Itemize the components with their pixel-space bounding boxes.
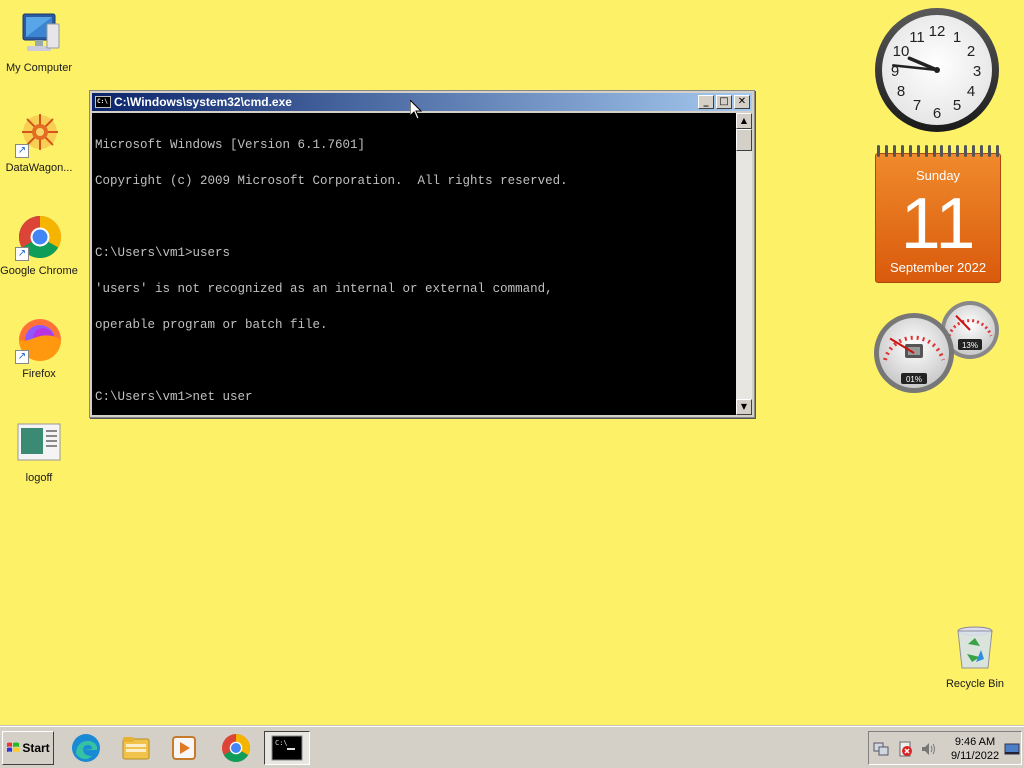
svg-text:6: 6	[933, 105, 941, 122]
action-center-alert-icon[interactable]	[897, 741, 913, 757]
show-desktop-icon[interactable]	[1004, 741, 1020, 757]
maximize-button[interactable]: □	[716, 95, 732, 109]
mouse-cursor-icon	[410, 100, 422, 120]
cpu-meter-gadget[interactable]: 13% 01%	[873, 298, 1003, 398]
calendar-day-of-week: Sunday	[915, 168, 961, 183]
desktop-icon-label: Google Chrome	[0, 265, 78, 277]
taskbar-media-player-button[interactable]	[164, 731, 204, 765]
desktop-icon-label: My Computer	[5, 62, 73, 74]
system-tray: 9:46 AM 9/11/2022	[868, 731, 1022, 765]
scroll-up-button[interactable]: ▲	[736, 113, 752, 129]
calendar-gadget[interactable]: Sunday 11 September 2022	[875, 145, 1001, 283]
svg-text:2: 2	[967, 43, 975, 60]
taskbar-cmd-button[interactable]: C:\	[264, 731, 310, 765]
calendar-page: Sunday 11 September 2022	[875, 153, 1001, 283]
svg-text:3: 3	[973, 63, 981, 80]
cpu-meter-dials: 13% 01%	[874, 301, 999, 393]
tray-date: 9/11/2022	[950, 750, 1000, 762]
console-line: Copyright (c) 2009 Microsoft Corporation…	[95, 174, 568, 188]
memory-percent: 13%	[962, 341, 978, 350]
chrome-icon: ↗	[15, 213, 63, 261]
edge-icon	[72, 734, 100, 762]
console-line: operable program or batch file.	[95, 318, 328, 332]
scroll-down-button[interactable]: ▼	[736, 399, 752, 415]
cmd-titlebar[interactable]: C:\ C:\Windows\system32\cmd.exe _ □ ✕	[92, 93, 752, 111]
shortcut-arrow-icon: ↗	[15, 247, 29, 261]
window-title: C:\Windows\system32\cmd.exe	[114, 95, 292, 109]
desktop-icon-firefox[interactable]: ↗ Firefox	[0, 316, 78, 380]
taskbar-chrome-button[interactable]	[216, 731, 256, 765]
media-player-icon	[172, 736, 196, 760]
svg-text:12: 12	[929, 23, 946, 40]
console-line: Microsoft Windows [Version 6.1.7601]	[95, 138, 366, 152]
clock-center-pin	[934, 67, 940, 73]
svg-text:11: 11	[909, 29, 925, 46]
desktop-icon-label: DataWagon...	[5, 162, 73, 174]
svg-text:4: 4	[967, 83, 975, 100]
taskbar-explorer-button[interactable]	[116, 731, 156, 765]
computer-icon	[15, 10, 63, 58]
shortcut-arrow-icon: ↗	[15, 350, 29, 364]
calendar-day-number: 11	[900, 184, 976, 264]
console-input-line[interactable]: C:\Users\vm1>net user	[95, 391, 733, 404]
desktop-icon-label: Recycle Bin	[945, 678, 1005, 690]
svg-text:7: 7	[913, 97, 921, 114]
cpu-percent: 01%	[906, 375, 922, 384]
close-button[interactable]: ✕	[734, 95, 750, 109]
volume-icon[interactable]	[921, 741, 937, 757]
console-line: C:\Users\vm1>users	[95, 246, 231, 260]
calendar-month-year: September 2022	[889, 260, 987, 275]
desktop-icon-label: Firefox	[22, 368, 56, 380]
desktop-icon-logoff[interactable]: logoff	[0, 420, 78, 484]
desktop-icon-my-computer[interactable]: My Computer	[0, 10, 78, 74]
cmd-icon: C:\	[271, 735, 303, 761]
svg-text:1: 1	[953, 29, 961, 46]
firefox-icon: ↗	[15, 316, 63, 364]
svg-text:8: 8	[897, 83, 905, 100]
network-icon[interactable]	[873, 741, 889, 757]
clock-gadget[interactable]: 12 1 2 3 4 5 6 7 8 9 10 11	[873, 6, 1001, 134]
vertical-scrollbar[interactable]: ▲ ▼	[736, 113, 752, 415]
cmd-window[interactable]: C:\ C:\Windows\system32\cmd.exe _ □ ✕ Mi…	[89, 90, 755, 418]
analog-clock: 12 1 2 3 4 5 6 7 8 9 10 11	[875, 8, 999, 132]
desktop-icon-google-chrome[interactable]: ↗ Google Chrome	[0, 213, 78, 277]
svg-text:10: 10	[893, 43, 910, 60]
console-line: 'users' is not recognized as an internal…	[95, 282, 553, 296]
tray-time: 9:46 AM	[954, 736, 996, 748]
tray-clock[interactable]: 9:46 AM 9/11/2022	[947, 735, 1003, 763]
datawagon-icon: ↗	[15, 110, 63, 158]
svg-text:C:\: C:\	[275, 739, 288, 747]
cmd-app-icon: C:\	[95, 96, 111, 108]
minimize-button[interactable]: _	[698, 95, 714, 109]
taskbar: Start C:\ 9:46 AM 9/11/2022	[0, 726, 1024, 768]
recycle-bin-icon	[951, 624, 999, 672]
desktop-icon-label: logoff	[25, 472, 53, 484]
document-icon	[15, 420, 63, 468]
scroll-thumb[interactable]	[736, 129, 752, 151]
shortcut-arrow-icon: ↗	[15, 144, 29, 158]
desktop-icon-datawagon[interactable]: ↗ DataWagon...	[0, 110, 78, 174]
console-output[interactable]: Microsoft Windows [Version 6.1.7601] Cop…	[92, 113, 736, 415]
start-label: Start	[22, 741, 50, 755]
desktop-icon-recycle-bin[interactable]: Recycle Bin	[940, 624, 1010, 690]
calendar-rings	[875, 145, 1001, 157]
svg-text:5: 5	[953, 97, 961, 114]
windows-logo-icon	[7, 742, 20, 752]
taskbar-edge-button[interactable]	[66, 731, 106, 765]
explorer-icon	[122, 737, 150, 760]
chrome-icon	[222, 734, 250, 762]
start-button[interactable]: Start	[2, 731, 54, 765]
